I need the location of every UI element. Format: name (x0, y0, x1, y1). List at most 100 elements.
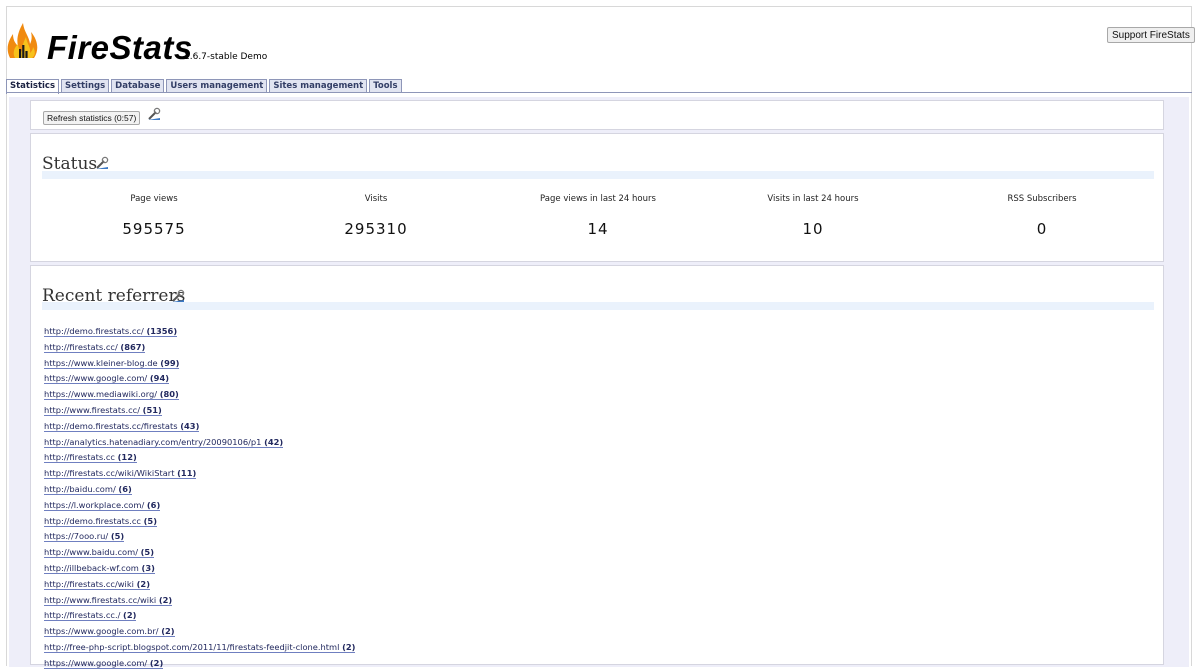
referrers-list: http://demo.firestats.cc/ (1356) http://f… (44, 324, 356, 672)
referrer-url: http://firestats.cc/wiki/WikiStart (44, 468, 175, 479)
referrer-link[interactable]: http://analytics.hatenadiary.com/entry/2… (44, 436, 284, 448)
list-item: http://firestats.cc/wiki/WikiStart (11) (44, 466, 355, 482)
stat-value: 295310 (344, 220, 408, 238)
referrer-count: (51) (142, 404, 162, 415)
referrer-url: https://www.google.com.br/ (44, 626, 159, 637)
referrer-link[interactable]: http://demo.firestats.cc/ (1356) (44, 326, 178, 337)
referrer-link[interactable]: https://www.mediawiki.org/ (80) (44, 389, 179, 401)
list-item: https://www.mediawiki.org/ (80) (44, 387, 355, 403)
list-item: http://firestats.cc/wiki (2) (44, 577, 355, 593)
list-item: http://firestats.cc (12) (44, 450, 355, 466)
referrer-count: (11) (177, 468, 197, 479)
referrer-count: (2) (161, 626, 175, 637)
stat-value: 10 (802, 220, 824, 238)
referrer-url: http://firestats.cc/ (44, 341, 118, 352)
list-item: http://free-php-script.blogspot.com/2011… (44, 640, 356, 656)
referrer-url: http://demo.firestats.cc (44, 515, 141, 526)
referrer-count: (2) (123, 610, 137, 621)
refresh-statistics-button[interactable]: Refresh statistics (0:57) (43, 111, 141, 125)
referrer-url: http://www.firestats.cc/wiki (44, 594, 157, 605)
referrer-link[interactable]: http://demo.firestats.cc (5) (44, 515, 157, 527)
referrer-url: http://demo.firestats.cc/firestats (44, 420, 178, 431)
list-item: https://7ooo.ru/ (5) (44, 529, 355, 545)
referrer-count: (2) (136, 578, 150, 589)
list-item: https://www.google.com.br/ (2) (44, 624, 355, 640)
list-item: http://illbeback-wf.com (3) (44, 561, 355, 577)
referrer-count: (42) (264, 436, 284, 447)
main-tabs: Statistics Settings Database Users manag… (6, 79, 402, 94)
referrer-link[interactable]: http://www.firestats.cc/ (51) (44, 404, 162, 416)
referrer-link[interactable]: http://firestats.cc (12) (44, 452, 137, 464)
tab-sites-management[interactable]: Sites management (269, 79, 368, 93)
stat-label: Visits in last 24 hours (767, 194, 859, 204)
referrers-config-icon[interactable] (171, 289, 185, 303)
referrer-link[interactable]: https://l.workplace.com/ (6) (44, 499, 161, 511)
referrer-count: (5) (140, 547, 154, 558)
referrer-link[interactable]: http://firestats.cc./ (2) (44, 610, 137, 622)
referrer-url: http://free-php-script.blogspot.com/2011… (44, 641, 340, 652)
referrer-link[interactable]: http://firestats.cc/wiki/WikiStart (11) (44, 468, 197, 480)
list-item: http://demo.firestats.cc/firestats (43) (44, 419, 355, 435)
list-item: http://firestats.cc./ (2) (44, 608, 355, 624)
referrer-count: (43) (180, 420, 200, 431)
configure-tool-icon[interactable] (147, 107, 161, 121)
referrer-link[interactable]: https://7ooo.ru/ (5) (44, 531, 125, 543)
referrer-url: http://demo.firestats.cc/ (44, 326, 144, 336)
referrer-count: (867) (120, 341, 146, 352)
referrer-link[interactable]: http://firestats.cc/ (867) (44, 341, 146, 353)
stat-label: Page views in last 24 hours (540, 194, 656, 204)
referrer-link[interactable]: https://www.google.com/ (2) (44, 657, 164, 669)
referrer-link[interactable]: https://www.google.com.br/ (2) (44, 626, 175, 638)
referrer-url: http://firestats.cc./ (44, 610, 121, 621)
referrer-url: https://www.kleiner-blog.de (44, 357, 158, 368)
tab-tools[interactable]: Tools (369, 79, 402, 93)
referrer-count: (94) (149, 373, 170, 384)
stat-value: 0 (1036, 220, 1048, 238)
list-item: https://l.workplace.com/ (6) (44, 498, 355, 514)
referrer-count: (2) (342, 641, 356, 652)
referrer-link[interactable]: http://free-php-script.blogspot.com/2011… (44, 641, 356, 653)
referrer-link[interactable]: https://www.google.com/ (94) (44, 373, 170, 385)
list-item: http://www.firestats.cc/wiki (2) (44, 593, 355, 609)
referrers-title-rule (42, 302, 1154, 310)
stat-label: Visits (364, 194, 388, 204)
tab-settings[interactable]: Settings (61, 79, 110, 93)
list-item: http://demo.firestats.cc (5) (44, 514, 355, 530)
tab-database[interactable]: Database (111, 79, 165, 93)
status-config-icon[interactable] (95, 156, 109, 170)
status-title-rule (42, 171, 1154, 179)
referrer-url: http://baidu.com/ (44, 483, 116, 494)
referrer-count: (80) (159, 389, 179, 400)
referrer-url: http://www.firestats.cc/ (44, 404, 141, 415)
referrer-count: (2) (158, 594, 173, 605)
referrer-count: (1356) (146, 326, 178, 336)
app-title: FireStats (47, 29, 193, 66)
list-item: http://analytics.hatenadiary.com/entry/2… (44, 435, 355, 451)
firestats-logo-icon (7, 23, 38, 58)
refresh-panel: Refresh statistics (0:57) (30, 100, 1164, 130)
referrer-count: (99) (160, 357, 180, 368)
list-item: http://firestats.cc/ (867) (44, 340, 355, 356)
referrer-link[interactable]: http://www.baidu.com/ (5) (44, 547, 154, 559)
referrer-count: (6) (118, 483, 132, 494)
referrer-link[interactable]: http://www.firestats.cc/wiki (2) (44, 594, 173, 606)
referrer-count: (6) (146, 499, 161, 510)
support-firestats-button[interactable]: Support FireStats (1107, 27, 1195, 43)
referrer-link[interactable]: http://demo.firestats.cc/firestats (43) (44, 420, 200, 432)
referrer-link[interactable]: https://www.kleiner-blog.de (99) (44, 357, 180, 369)
referrer-url: http://www.baidu.com/ (44, 547, 138, 558)
referrer-link[interactable]: http://firestats.cc/wiki (2) (44, 578, 150, 590)
referrer-link[interactable]: http://illbeback-wf.com (3) (44, 562, 155, 574)
recent-referrers-panel: Recent referrers http://demo.firestats.c… (30, 265, 1164, 669)
list-item: https://www.kleiner-blog.de (99) (44, 356, 355, 372)
list-item: http://www.firestats.cc/ (51) (44, 403, 355, 419)
referrer-link[interactable]: http://baidu.com/ (6) (44, 483, 132, 495)
referrer-url: http://firestats.cc (44, 452, 115, 463)
tab-users-management[interactable]: Users management (166, 79, 268, 93)
referrer-url: http://firestats.cc/wiki (44, 578, 134, 589)
referrer-url: https://l.workplace.com/ (44, 499, 145, 510)
referrer-count: (12) (117, 452, 137, 463)
tab-divider (6, 92, 1192, 93)
stat-value: 595575 (122, 220, 186, 238)
referrer-count: (2) (149, 657, 164, 668)
